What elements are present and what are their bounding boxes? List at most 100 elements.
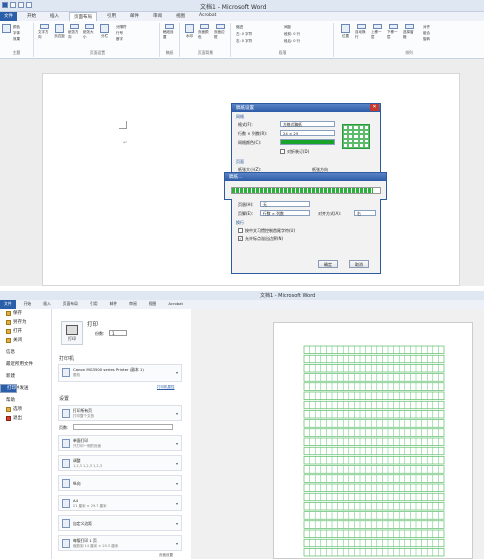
paper-size-select[interactable]: A4 21 厘米 × 29.7 厘米 ▾ <box>58 495 182 511</box>
header-select[interactable]: 无 <box>260 201 310 207</box>
position-button[interactable]: 位置 <box>339 24 352 40</box>
align-select[interactable]: 右 <box>354 210 376 216</box>
tab-mailings[interactable]: 邮件 <box>106 300 122 309</box>
tab-insert[interactable]: 插入 <box>46 12 63 21</box>
ok-button[interactable]: 确定 <box>318 260 338 268</box>
tab-acrobat[interactable]: Acrobat <box>164 300 187 309</box>
tab-insert[interactable]: 插入 <box>39 300 55 309</box>
tab-references[interactable]: 引用 <box>103 12 120 21</box>
group-button[interactable]: 组合 <box>423 31 430 36</box>
selection-pane-icon <box>405 24 414 29</box>
printer-select[interactable]: Canon MG3500 series Printer (副本 1) 脱机 ▾ <box>58 364 182 382</box>
gridcolor-select[interactable] <box>280 139 335 145</box>
tab-view[interactable]: 视图 <box>172 12 189 21</box>
watermark-icon <box>185 24 194 33</box>
line-numbers-button[interactable]: 行号 <box>116 31 123 36</box>
columns-button[interactable]: 分栏 <box>98 24 111 40</box>
send-backward-button[interactable]: 下移一层 <box>387 24 400 40</box>
grid-row <box>303 538 445 548</box>
dialog-title-bar: 稿纸设置 ✕ <box>232 104 380 112</box>
option1-label: 按中文习惯控制首尾字符(U) <box>245 228 296 233</box>
tab-home[interactable]: 开始 <box>23 12 40 21</box>
rotate-button[interactable]: 旋转 <box>423 37 430 42</box>
menu-new[interactable]: 新建 <box>0 372 51 381</box>
watermark-button[interactable]: 水印 <box>183 24 196 40</box>
spacing-after[interactable]: 段后: 0 行 <box>284 39 300 44</box>
menu-help[interactable]: 帮助 <box>0 396 51 405</box>
bring-forward-button[interactable]: 上移一层 <box>371 24 384 40</box>
printer-heading: 打印机 <box>59 356 75 362</box>
group-page-setup: 文字方向 页边距 纸张方向 纸张大小 分栏 分隔符 行号 断字 页面设置 <box>36 23 160 57</box>
tab-review[interactable]: 审阅 <box>125 300 141 309</box>
tab-file[interactable]: 文件 <box>0 300 16 309</box>
tab-review[interactable]: 审阅 <box>149 12 166 21</box>
orientation-select[interactable]: 纵向 ▾ <box>58 475 182 491</box>
page-setup-link[interactable]: 页面设置 <box>159 553 173 558</box>
window-title: 文档1 - Microsoft Word <box>260 293 316 299</box>
wrap-text-button[interactable]: 自动换行 <box>355 24 368 40</box>
margins-button[interactable]: 页边距 <box>53 24 66 40</box>
footer-select[interactable]: 行数 × 列数 <box>260 210 310 216</box>
collate-select[interactable]: 调整 1,2,3 1,2,3 1,2,3 ▾ <box>58 455 182 471</box>
print-button[interactable]: 打印 <box>61 321 83 345</box>
pages-per-sheet-select[interactable]: 每版打印 1 页缩放到 14 厘米 × 20.3 厘米 ▾ <box>58 535 182 551</box>
redo-icon[interactable] <box>26 2 32 8</box>
group-label: 稿纸 <box>165 50 174 55</box>
margins-select[interactable]: 自定义边距 ▾ <box>58 515 182 531</box>
menu-save-as[interactable]: 另存为 <box>0 318 51 327</box>
menu-save[interactable]: 保存 <box>0 309 51 318</box>
cancel-button[interactable]: 取消 <box>349 260 369 268</box>
breaks-button[interactable]: 分隔符 <box>116 25 127 30</box>
theme-colors[interactable]: 颜色 <box>13 25 20 30</box>
page-color-button[interactable]: 页面颜色 <box>198 24 211 40</box>
printer-properties-link[interactable]: 打印机属性 <box>157 385 175 390</box>
hyphenation-button[interactable]: 断字 <box>116 37 123 42</box>
tab-mailings[interactable]: 邮件 <box>126 12 143 21</box>
size-button[interactable]: 纸张大小 <box>83 24 96 40</box>
group-label: 段落 <box>278 50 287 55</box>
spacing-before[interactable]: 段前: 0 行 <box>284 32 300 37</box>
copies-input[interactable]: 1 <box>109 330 127 336</box>
tab-acrobat[interactable]: Acrobat <box>195 12 220 21</box>
menu-exit[interactable]: 退出 <box>0 414 51 423</box>
save-icon[interactable] <box>10 2 16 8</box>
rowcol-select[interactable]: 24 × 25 <box>280 130 335 136</box>
option2-checkbox[interactable]: ✓ <box>238 236 243 241</box>
pages-input[interactable] <box>73 424 173 430</box>
menu-open[interactable]: 打开 <box>0 327 51 336</box>
option1-checkbox[interactable] <box>238 228 243 233</box>
tab-page-layout[interactable]: 页面布局 <box>59 300 82 309</box>
align-button[interactable]: 对齐 <box>423 25 430 30</box>
format-select[interactable]: 方格式稿纸 <box>280 121 335 127</box>
print-range-select[interactable]: 打印所有页 打印整个文档 ▾ <box>58 405 182 421</box>
menu-close[interactable]: 关闭 <box>0 336 51 345</box>
undo-icon[interactable] <box>18 2 24 8</box>
menu-recent[interactable]: 最近所用文件 <box>0 360 51 369</box>
section-page: 页面 <box>236 159 244 164</box>
tab-view[interactable]: 视图 <box>145 300 161 309</box>
indent-right[interactable]: 右: 0 字符 <box>236 39 252 44</box>
theme-effects[interactable]: 效果 <box>13 37 20 42</box>
flip-checkbox[interactable] <box>280 149 285 154</box>
group-label: 排列 <box>405 50 413 55</box>
theme-fonts[interactable]: 字体 <box>13 31 20 36</box>
themes-button[interactable] <box>1 24 12 40</box>
selection-pane-button[interactable]: 选择窗格 <box>403 24 416 40</box>
manuscript-settings-button[interactable]: 稿纸设置 <box>163 24 176 40</box>
orientation-button[interactable]: 纸张方向 <box>68 24 81 40</box>
progress-fill <box>232 188 373 193</box>
tab-file[interactable]: 文件 <box>0 12 17 21</box>
tab-page-layout[interactable]: 页面布局 <box>69 12 97 21</box>
menu-options[interactable]: 选项 <box>0 405 51 414</box>
section-options: 换行 <box>236 220 244 225</box>
tab-home[interactable]: 开始 <box>20 300 36 309</box>
menu-print[interactable]: 打印 <box>0 384 17 393</box>
page-borders-button[interactable]: 页面边框 <box>214 24 227 40</box>
sides-select[interactable]: 单面打印 只打印一侧的页面 ▾ <box>58 435 182 451</box>
text-direction-button[interactable]: 文字方向 <box>38 24 51 40</box>
tab-references[interactable]: 引用 <box>86 300 102 309</box>
indent-left[interactable]: 左: 0 字符 <box>236 32 252 37</box>
menu-info[interactable]: 信息 <box>0 348 51 357</box>
close-icon[interactable]: ✕ <box>370 104 379 111</box>
bring-forward-icon <box>373 24 382 29</box>
